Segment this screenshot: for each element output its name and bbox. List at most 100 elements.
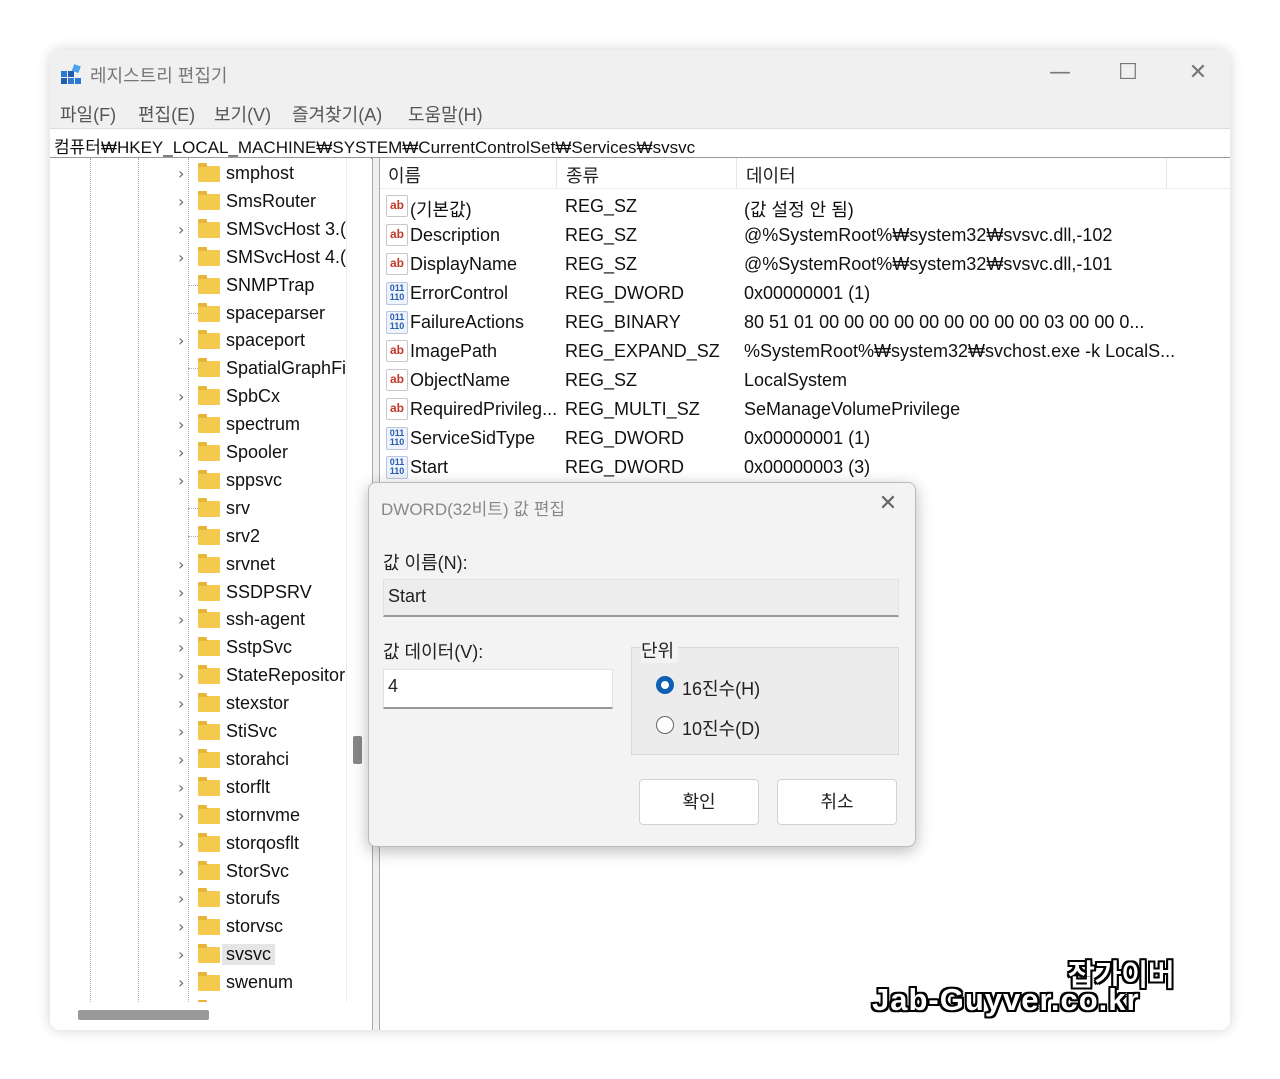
chevron-right-icon[interactable]: › <box>178 220 190 239</box>
chevron-right-icon[interactable]: › <box>178 415 190 434</box>
title-bar[interactable]: 레지스트리 편집기 — ☐ ✕ <box>50 50 1230 96</box>
menu-edit[interactable]: 편집(E) <box>138 101 195 127</box>
decimal-radio[interactable] <box>656 716 674 734</box>
chevron-right-icon[interactable]: › <box>178 834 190 853</box>
column-name-header[interactable]: 이름 <box>388 162 421 188</box>
chevron-right-icon[interactable]: › <box>178 331 190 350</box>
chevron-right-icon[interactable]: › <box>178 443 190 462</box>
value-row[interactable]: abImagePathREG_EXPAND_SZ%SystemRoot%₩sys… <box>380 337 1230 366</box>
menu-file[interactable]: 파일(F) <box>60 101 116 127</box>
chevron-right-icon[interactable]: › <box>178 248 190 267</box>
column-separator[interactable] <box>1166 158 1167 188</box>
key-tree[interactable]: ›smphost›SmsRouter›SMSvcHost 3.(›SMSvcHo… <box>50 158 346 1002</box>
folder-icon <box>198 445 220 461</box>
maximize-button[interactable]: ☐ <box>1108 58 1148 88</box>
value-data: @%SystemRoot%₩system32₩svsvc.dll,-102 <box>744 225 1112 246</box>
chevron-right-icon[interactable]: › <box>178 387 190 406</box>
close-button[interactable]: ✕ <box>1178 58 1218 88</box>
value-type: REG_DWORD <box>565 428 684 449</box>
chevron-right-icon[interactable]: › <box>178 778 190 797</box>
decimal-radio-label[interactable]: 10진수(D) <box>682 715 760 741</box>
tree-item-label: spaceport <box>226 330 305 351</box>
value-row[interactable]: 011 110ServiceSidTypeREG_DWORD0x00000001… <box>380 424 1230 453</box>
chevron-right-icon[interactable]: › <box>178 722 190 741</box>
chevron-right-icon[interactable]: › <box>178 889 190 908</box>
chevron-right-icon[interactable]: › <box>178 917 190 936</box>
tree-connector <box>188 368 198 369</box>
cancel-button[interactable]: 취소 <box>777 779 897 825</box>
value-name: ObjectName <box>410 370 510 391</box>
chevron-right-icon[interactable]: › <box>178 973 190 992</box>
tree-scroll-thumb[interactable] <box>353 736 362 764</box>
edit-dword-dialog: DWORD(32비트) 값 편집 ✕ 값 이름(N): Start 값 데이터(… <box>368 482 916 847</box>
chevron-right-icon[interactable]: › <box>178 610 190 629</box>
tree-hscroll-thumb[interactable] <box>78 1010 209 1020</box>
value-row[interactable]: abDescriptionREG_SZ@%SystemRoot%₩system3… <box>380 221 1230 250</box>
chevron-right-icon[interactable]: › <box>178 164 190 183</box>
column-data-header[interactable]: 데이터 <box>746 162 796 188</box>
folder-icon <box>198 668 220 684</box>
chevron-right-icon[interactable]: › <box>178 694 190 713</box>
address-bar[interactable]: 컴퓨터₩HKEY_LOCAL_MACHINE₩SYSTEM₩CurrentCon… <box>50 128 1230 159</box>
ok-button[interactable]: 확인 <box>639 779 759 825</box>
tree-item-label: stornvme <box>226 805 300 826</box>
value-row[interactable]: 011 110FailureActionsREG_BINARY80 51 01 … <box>380 308 1230 337</box>
folder-icon <box>198 585 220 601</box>
value-row[interactable]: abRequiredPrivileg...REG_MULTI_SZSeManag… <box>380 395 1230 424</box>
value-row[interactable]: abDisplayNameREG_SZ@%SystemRoot%₩system3… <box>380 250 1230 279</box>
folder-icon <box>198 612 220 628</box>
column-type-header[interactable]: 종류 <box>566 162 599 188</box>
tree-item-label: srvnet <box>226 554 275 575</box>
tree-connector <box>188 285 198 286</box>
value-name-field[interactable]: Start <box>383 579 899 617</box>
string-value-icon: ab <box>386 369 408 391</box>
value-type: REG_MULTI_SZ <box>565 399 700 420</box>
menu-help[interactable]: 도움말(H) <box>408 101 483 127</box>
menu-favorites[interactable]: 즐겨찾기(A) <box>292 101 382 127</box>
value-name: Start <box>410 457 448 478</box>
chevron-right-icon[interactable]: › <box>178 862 190 881</box>
chevron-right-icon[interactable]: › <box>178 666 190 685</box>
value-row[interactable]: 011 110ErrorControlREG_DWORD0x00000001 (… <box>380 279 1230 308</box>
chevron-right-icon[interactable]: › <box>178 945 190 964</box>
registry-editor-icon <box>60 63 82 85</box>
chevron-right-icon[interactable]: › <box>178 192 190 211</box>
column-separator[interactable] <box>556 158 557 188</box>
tree-item-label: storflt <box>226 777 270 798</box>
value-type: REG_BINARY <box>565 312 681 333</box>
chevron-right-icon[interactable]: › <box>178 555 190 574</box>
chevron-right-icon[interactable]: › <box>178 638 190 657</box>
tree-item-label: SstpSvc <box>226 637 292 658</box>
tree-horizontal-scrollbar[interactable] <box>50 1002 372 1030</box>
value-type: REG_SZ <box>565 254 637 275</box>
folder-icon <box>198 752 220 768</box>
chevron-right-icon[interactable]: › <box>178 750 190 769</box>
value-type: REG_SZ <box>565 370 637 391</box>
folder-icon <box>198 808 220 824</box>
value-data-input[interactable]: 4 <box>383 669 613 709</box>
chevron-right-icon[interactable]: › <box>178 583 190 602</box>
folder-icon <box>198 417 220 433</box>
minimize-button[interactable]: — <box>1040 58 1080 88</box>
tree-item-label: StiSvc <box>226 721 277 742</box>
value-type: REG_SZ <box>565 196 637 217</box>
menu-view[interactable]: 보기(V) <box>214 101 271 127</box>
tree-item-label: StateRepositor <box>226 665 345 686</box>
value-row[interactable]: abObjectNameREG_SZLocalSystem <box>380 366 1230 395</box>
chevron-right-icon[interactable]: › <box>178 806 190 825</box>
string-value-icon: ab <box>386 398 408 420</box>
value-row[interactable]: 011 110StartREG_DWORD0x00000003 (3) <box>380 453 1230 482</box>
list-header: 이름 종류 데이터 <box>380 158 1230 189</box>
tree-item-label: srv2 <box>226 526 260 547</box>
hex-radio-label[interactable]: 16진수(H) <box>682 675 760 701</box>
tree-item-label: storahci <box>226 749 289 770</box>
tree-connector <box>188 508 198 509</box>
folder-icon <box>198 529 220 545</box>
dialog-close-icon[interactable]: ✕ <box>873 491 903 516</box>
chevron-right-icon[interactable]: › <box>178 471 190 490</box>
folder-icon <box>198 864 220 880</box>
column-separator[interactable] <box>736 158 737 188</box>
folder-icon <box>198 306 220 322</box>
value-row[interactable]: ab(기본값)REG_SZ(값 설정 안 됨) <box>380 192 1230 221</box>
hex-radio[interactable] <box>656 676 674 694</box>
